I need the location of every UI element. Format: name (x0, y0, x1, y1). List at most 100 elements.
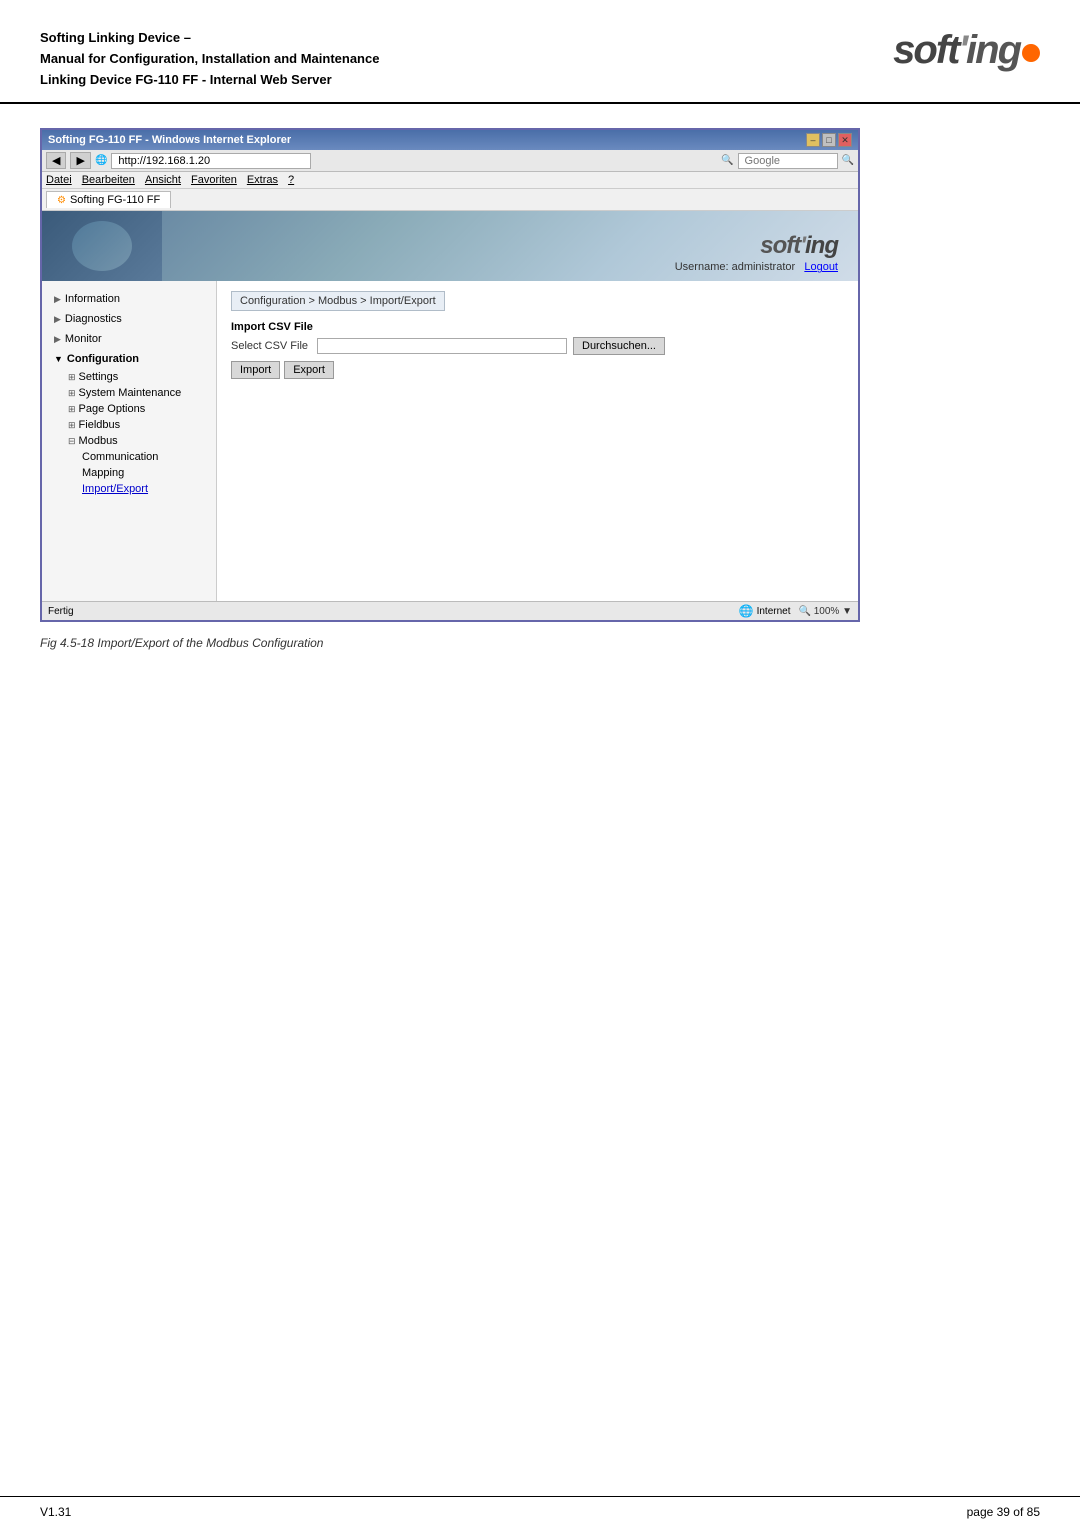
browser-titlebar: Softing FG-110 FF - Windows Internet Exp… (42, 130, 858, 150)
figure-caption: Fig 4.5-18 Import/Export of the Modbus C… (40, 636, 1040, 650)
doc-title-line3: Linking Device FG-110 FF - Internal Web … (40, 70, 379, 91)
logo-soft-text: soft (893, 28, 958, 72)
sidebar-submenu-communication[interactable]: Communication (74, 449, 216, 465)
page-header-user-area: Username: administrator Logout (675, 261, 838, 273)
browser-tab-bar: ⚙ Softing FG-110 FF (42, 189, 858, 211)
page-header-logo: soft'ing (760, 232, 838, 260)
sidebar-modbus-children: Communication Mapping Import/Export (60, 449, 216, 497)
submenu-label-mapping: Mapping (82, 467, 124, 479)
sidebar-submenu-system-maintenance[interactable]: ⊞ System Maintenance (60, 385, 216, 401)
footer-version: V1.31 (40, 1505, 71, 1519)
globe-icon: 🌐 (739, 604, 754, 618)
browser-menu-favoriten[interactable]: Favoriten (191, 174, 237, 186)
browser-window: Softing FG-110 FF - Windows Internet Exp… (40, 128, 860, 622)
export-button[interactable]: Export (284, 361, 334, 379)
header-logo-area (42, 211, 162, 281)
sidebar-label-information: Information (65, 293, 120, 305)
browser-page-content: soft'ing Username: administrator Logout … (42, 211, 858, 601)
sidebar-arrow-diagnostics: ▶ (54, 314, 61, 325)
sidebar-submenu-modbus[interactable]: ⊟ Modbus (60, 433, 216, 449)
sidebar-submenu-configuration: ⊞ Settings ⊞ System Maintenance ⊞ Page O… (42, 369, 216, 497)
import-section-title: Import CSV File (231, 321, 844, 333)
browser-search-input[interactable] (738, 153, 838, 169)
submenu-icon-modbus: ⊟ (68, 436, 76, 447)
main-panel: Configuration > Modbus > Import/Export I… (217, 281, 858, 601)
logout-link[interactable]: Logout (804, 261, 838, 273)
username-label: Username: administrator (675, 261, 795, 273)
doc-content: Softing FG-110 FF - Windows Internet Exp… (0, 104, 1080, 690)
submenu-label-settings: Settings (79, 371, 119, 383)
sidebar-arrow-information: ▶ (54, 294, 61, 305)
sidebar-item-information[interactable]: ▶ Information (42, 289, 216, 309)
doc-title-line1: Softing Linking Device – (40, 28, 379, 49)
submenu-icon-fieldbus: ⊞ (68, 420, 76, 431)
zoom-value: 100% (814, 606, 840, 617)
durchsuchen-button[interactable]: Durchsuchen... (573, 337, 665, 355)
header-device-icon (72, 221, 132, 271)
browser-search-icon: 🔍 (842, 155, 854, 166)
browser-active-tab[interactable]: ⚙ Softing FG-110 FF (46, 191, 171, 208)
browser-search-label: 🔍 (721, 155, 733, 166)
browser-forward-btn[interactable]: ▶ (70, 152, 90, 169)
status-left: Fertig (48, 606, 74, 617)
logo-ing-text: ing (966, 28, 1020, 72)
zoom-control[interactable]: 🔍 100% ▼ (799, 606, 853, 617)
browser-menu-bearbeiten[interactable]: Bearbeiten (82, 174, 135, 186)
page-header-banner: soft'ing Username: administrator Logout (42, 211, 858, 281)
sidebar-label-monitor: Monitor (65, 333, 102, 345)
csv-file-input[interactable] (317, 338, 567, 354)
sidebar-item-diagnostics[interactable]: ▶ Diagnostics (42, 309, 216, 329)
sidebar-arrow-configuration: ▼ (54, 354, 63, 364)
sidebar-submenu-settings[interactable]: ⊞ Settings (60, 369, 216, 385)
browser-menu-extras[interactable]: Extras (247, 174, 278, 186)
submenu-label-system-maintenance: System Maintenance (79, 387, 182, 399)
submenu-icon-page-options: ⊞ (68, 404, 76, 415)
browser-menu-help[interactable]: ? (288, 174, 294, 186)
logo-t-text: ' (959, 28, 967, 72)
sidebar: ▶ Information ▶ Diagnostics ▶ Monitor ▼ … (42, 281, 217, 601)
breadcrumb: Configuration > Modbus > Import/Export (231, 291, 445, 311)
doc-header-text: Softing Linking Device – Manual for Conf… (40, 28, 379, 90)
submenu-label-modbus: Modbus (79, 435, 118, 447)
submenu-icon-system-maintenance: ⊞ (68, 388, 76, 399)
tab-favicon: ⚙ (57, 195, 66, 206)
browser-address-input[interactable] (111, 153, 311, 169)
sidebar-label-configuration: Configuration (67, 353, 139, 365)
select-file-label: Select CSV File (231, 340, 311, 352)
sidebar-arrow-monitor: ▶ (54, 334, 61, 345)
sidebar-item-monitor[interactable]: ▶ Monitor (42, 329, 216, 349)
browser-tab-label: Softing FG-110 FF (70, 194, 160, 206)
sidebar-label-diagnostics: Diagnostics (65, 313, 122, 325)
browser-toolbar: ◀ ▶ 🌐 🔍 🔍 (42, 150, 858, 172)
sidebar-submenu-mapping[interactable]: Mapping (74, 465, 216, 481)
submenu-label-communication: Communication (82, 451, 158, 463)
page-body: ▶ Information ▶ Diagnostics ▶ Monitor ▼ … (42, 281, 858, 601)
doc-header: Softing Linking Device – Manual for Conf… (0, 0, 1080, 104)
browser-menu-bar: Datei Bearbeiten Ansicht Favoriten Extra… (42, 172, 858, 189)
browser-window-buttons: – □ ✕ (806, 133, 852, 147)
submenu-label-page-options: Page Options (79, 403, 146, 415)
submenu-label-import-export: Import/Export (82, 483, 148, 495)
logo-circle (1022, 44, 1040, 62)
sidebar-submenu-import-export[interactable]: Import/Export (74, 481, 216, 497)
sidebar-item-configuration[interactable]: ▼ Configuration (42, 349, 216, 369)
doc-title-line2: Manual for Configuration, Installation a… (40, 49, 379, 70)
doc-footer: V1.31 page 39 of 85 (0, 1496, 1080, 1527)
browser-minimize-btn[interactable]: – (806, 133, 820, 147)
sidebar-submenu-page-options[interactable]: ⊞ Page Options (60, 401, 216, 417)
browser-close-btn[interactable]: ✕ (838, 133, 852, 147)
internet-label: Internet (757, 606, 791, 617)
browser-back-btn[interactable]: ◀ (46, 152, 66, 169)
browser-menu-datei[interactable]: Datei (46, 174, 72, 186)
submenu-icon-settings: ⊞ (68, 372, 76, 383)
status-internet: 🌐 Internet (739, 604, 791, 618)
softing-logo: soft'ing (893, 28, 1040, 73)
browser-restore-btn[interactable]: □ (822, 133, 836, 147)
browser-menu-ansicht[interactable]: Ansicht (145, 174, 181, 186)
footer-page: page 39 of 85 (967, 1505, 1040, 1519)
import-button[interactable]: Import (231, 361, 280, 379)
sidebar-submenu-fieldbus[interactable]: ⊞ Fieldbus (60, 417, 216, 433)
browser-statusbar: Fertig 🌐 Internet 🔍 100% ▼ (42, 601, 858, 620)
browser-address-label: 🌐 (95, 155, 107, 166)
status-right: 🌐 Internet 🔍 100% ▼ (739, 604, 852, 618)
